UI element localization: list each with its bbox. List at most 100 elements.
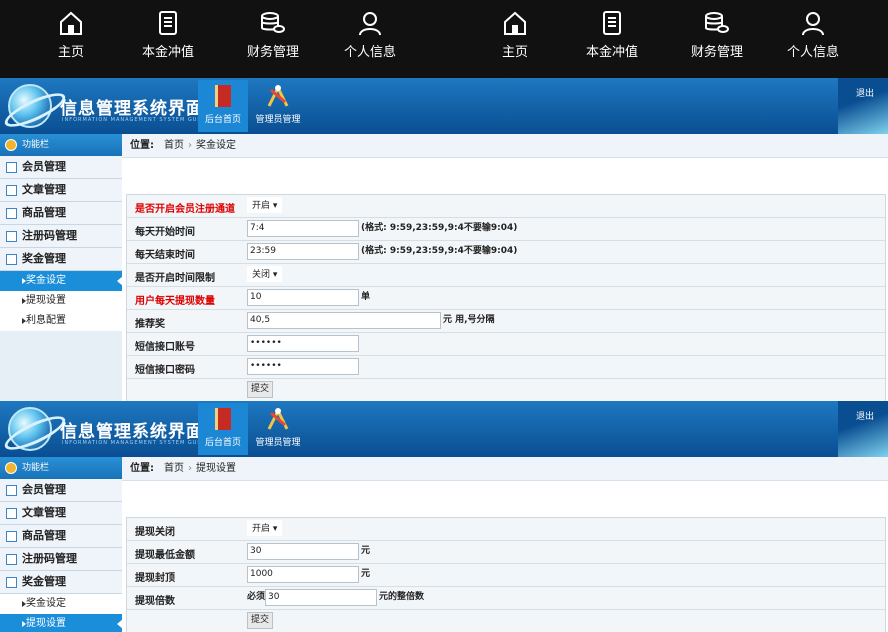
sidebar-item-products[interactable]: 商品管理 <box>0 202 122 225</box>
sidebar-header-label: 功能栏 <box>22 463 50 473</box>
field-label: 提现封顶 <box>135 573 175 584</box>
tools-icon <box>267 407 289 430</box>
form-row: 推荐奖 40,5 元 用,号分隔 <box>127 310 885 333</box>
nav-recharge[interactable]: 本金冲值 <box>567 10 657 60</box>
nav-profile[interactable]: 个人信息 <box>325 10 415 60</box>
registration-select[interactable]: 开启 ▾ <box>247 197 283 213</box>
sidebar-item-bonus[interactable]: 奖金管理 <box>0 571 122 594</box>
subitem-bonus-settings[interactable]: 奖金设定 <box>0 271 123 291</box>
breadcrumb-separator: › <box>188 463 192 474</box>
sidebar-item-articles[interactable]: 文章管理 <box>0 179 122 202</box>
breadcrumb-home[interactable]: 首页 <box>164 463 184 474</box>
withdraw-settings-form: 提现关闭 开启 ▾ 提现最低金额 30 元 提现封顶 1000 元 提现倍数 必须 30 元的整… <box>126 517 886 632</box>
sidebar-item-label: 奖金管理 <box>22 575 66 588</box>
nav-home[interactable]: 主页 <box>26 10 116 60</box>
sidebar: 功能栏 会员管理 文章管理 商品管理 注册码管理 奖金管理 奖金设定 提现设置 <box>0 457 123 632</box>
edit-icon <box>6 508 17 519</box>
form-row: 每天结束时间 23:59 (格式: 9:59,23:59,9:4不要输9:04) <box>127 241 885 264</box>
field-label: 短信接口账号 <box>135 342 195 353</box>
nav-profile-label: 个人信息 <box>343 45 396 60</box>
edit-icon <box>6 208 17 219</box>
time-limit-select[interactable]: 关闭 ▾ <box>247 266 283 282</box>
breadcrumb-label: 位置: <box>130 463 154 474</box>
breadcrumb: 位置: 首页 › 奖金设定 <box>122 134 888 158</box>
sidebar: 功能栏 会员管理 文章管理 商品管理 注册码管理 奖金管理 奖金设定 提现设置 … <box>0 134 123 401</box>
field-label: 提现最低金额 <box>135 550 195 561</box>
referral-bonus-input[interactable]: 40,5 <box>247 312 441 329</box>
unit-note: 元 用,号分隔 <box>443 315 495 325</box>
logout-link[interactable]: 退出 <box>856 409 874 422</box>
document-icon <box>159 11 177 35</box>
tools-icon <box>267 84 289 107</box>
form-row: 是否开启会员注册通道 开启 ▾ <box>127 195 885 218</box>
sidebar-item-bonus[interactable]: 奖金管理 <box>0 248 122 271</box>
submit-button[interactable]: 提交 <box>247 612 274 629</box>
submit-button[interactable]: 提交 <box>247 381 274 398</box>
sidebar-item-regcodes[interactable]: 注册码管理 <box>0 225 122 248</box>
sidebar-item-products[interactable]: 商品管理 <box>0 525 122 548</box>
breadcrumb-home[interactable]: 首页 <box>164 140 184 151</box>
nav-home[interactable]: 主页 <box>470 10 560 60</box>
daily-withdraw-count-input[interactable]: 10 <box>247 289 359 306</box>
top-navigation: 主页 本金冲值 财务管理 个人信息 主页 本金冲值 财务管理 个人信息 <box>0 0 888 78</box>
form-row: 每天开始时间 7:4 (格式: 9:59,23:59,9:4不要输9:04) <box>127 218 885 241</box>
bonus-settings-form: 是否开启会员注册通道 开启 ▾ 每天开始时间 7:4 (格式: 9:59,23:59,… <box>126 194 886 403</box>
subitem-withdraw-settings[interactable]: 提现设置 <box>0 614 123 632</box>
nav-profile[interactable]: 个人信息 <box>768 10 858 60</box>
sidebar-header: 功能栏 <box>0 457 122 479</box>
withdraw-close-select[interactable]: 开启 ▾ <box>247 520 283 536</box>
sms-account-input[interactable]: •••••• <box>247 335 359 352</box>
field-label: 提现关闭 <box>135 527 175 538</box>
start-time-input[interactable]: 7:4 <box>247 220 359 237</box>
form-row: 提交 <box>127 610 885 632</box>
breadcrumb: 位置: 首页 › 提现设置 <box>122 457 888 481</box>
end-time-input[interactable]: 23:59 <box>247 243 359 260</box>
tab-admin-home-label: 后台首页 <box>204 438 241 448</box>
banner: 信息管理系统界面 INFORMATION MANAGEMENT SYSTEM G… <box>0 401 888 457</box>
sidebar-item-members[interactable]: 会员管理 <box>0 156 122 179</box>
system-subtitle: INFORMATION MANAGEMENT SYSTEM GUI <box>62 440 200 446</box>
format-note: (格式: 9:59,23:59,9:4不要输9:04) <box>361 223 518 233</box>
tab-admin-home[interactable]: 后台首页 <box>198 80 248 132</box>
form-row: 提现关闭 开启 ▾ <box>127 518 885 541</box>
unit-note: 元 <box>361 546 371 556</box>
max-withdraw-input[interactable]: 1000 <box>247 566 359 583</box>
nav-recharge[interactable]: 本金冲值 <box>123 10 213 60</box>
subitem-interest-config[interactable]: 利息配置 <box>0 311 122 331</box>
tab-admin-home[interactable]: 后台首页 <box>198 403 248 455</box>
book-icon <box>215 408 231 430</box>
nav-finance[interactable]: 财务管理 <box>672 10 762 60</box>
list-icon <box>6 254 17 265</box>
tab-admin-manage[interactable]: 管理员管理 <box>253 403 303 455</box>
sidebar-item-articles[interactable]: 文章管理 <box>0 502 122 525</box>
tab-admin-manage[interactable]: 管理员管理 <box>253 80 303 132</box>
sidebar-item-label: 文章管理 <box>22 506 66 519</box>
nav-recharge-label: 本金冲值 <box>141 45 194 60</box>
sidebar-item-label: 注册码管理 <box>22 229 77 242</box>
home-icon <box>504 11 526 35</box>
banner: 信息管理系统界面 INFORMATION MANAGEMENT SYSTEM G… <box>0 78 888 134</box>
breadcrumb-label: 位置: <box>130 140 154 151</box>
sidebar-item-label: 注册码管理 <box>22 552 77 565</box>
sidebar-item-label: 文章管理 <box>22 183 66 196</box>
sidebar-item-members[interactable]: 会员管理 <box>0 479 122 502</box>
nav-finance-label: 财务管理 <box>690 45 743 60</box>
nav-home-label: 主页 <box>57 45 84 60</box>
subitem-bonus-settings[interactable]: 奖金设定 <box>0 594 122 614</box>
sidebar-item-label: 会员管理 <box>22 160 66 173</box>
min-withdraw-input[interactable]: 30 <box>247 543 359 560</box>
nav-finance[interactable]: 财务管理 <box>228 10 318 60</box>
sms-password-input[interactable]: •••••• <box>247 358 359 375</box>
form-row: 短信接口密码 •••••• <box>127 356 885 379</box>
nav-finance-label: 财务管理 <box>246 45 299 60</box>
sidebar-item-label: 商品管理 <box>22 206 66 219</box>
prefix-note: 必须 <box>247 592 266 602</box>
logo-globe-icon <box>8 84 52 128</box>
subitem-withdraw-settings[interactable]: 提现设置 <box>0 291 122 311</box>
list-icon <box>6 162 17 173</box>
logout-link[interactable]: 退出 <box>856 86 874 99</box>
unit-note: 元 <box>361 569 371 579</box>
withdraw-multiple-input[interactable]: 30 <box>265 589 378 606</box>
sidebar-item-regcodes[interactable]: 注册码管理 <box>0 548 122 571</box>
home-icon <box>60 11 82 35</box>
